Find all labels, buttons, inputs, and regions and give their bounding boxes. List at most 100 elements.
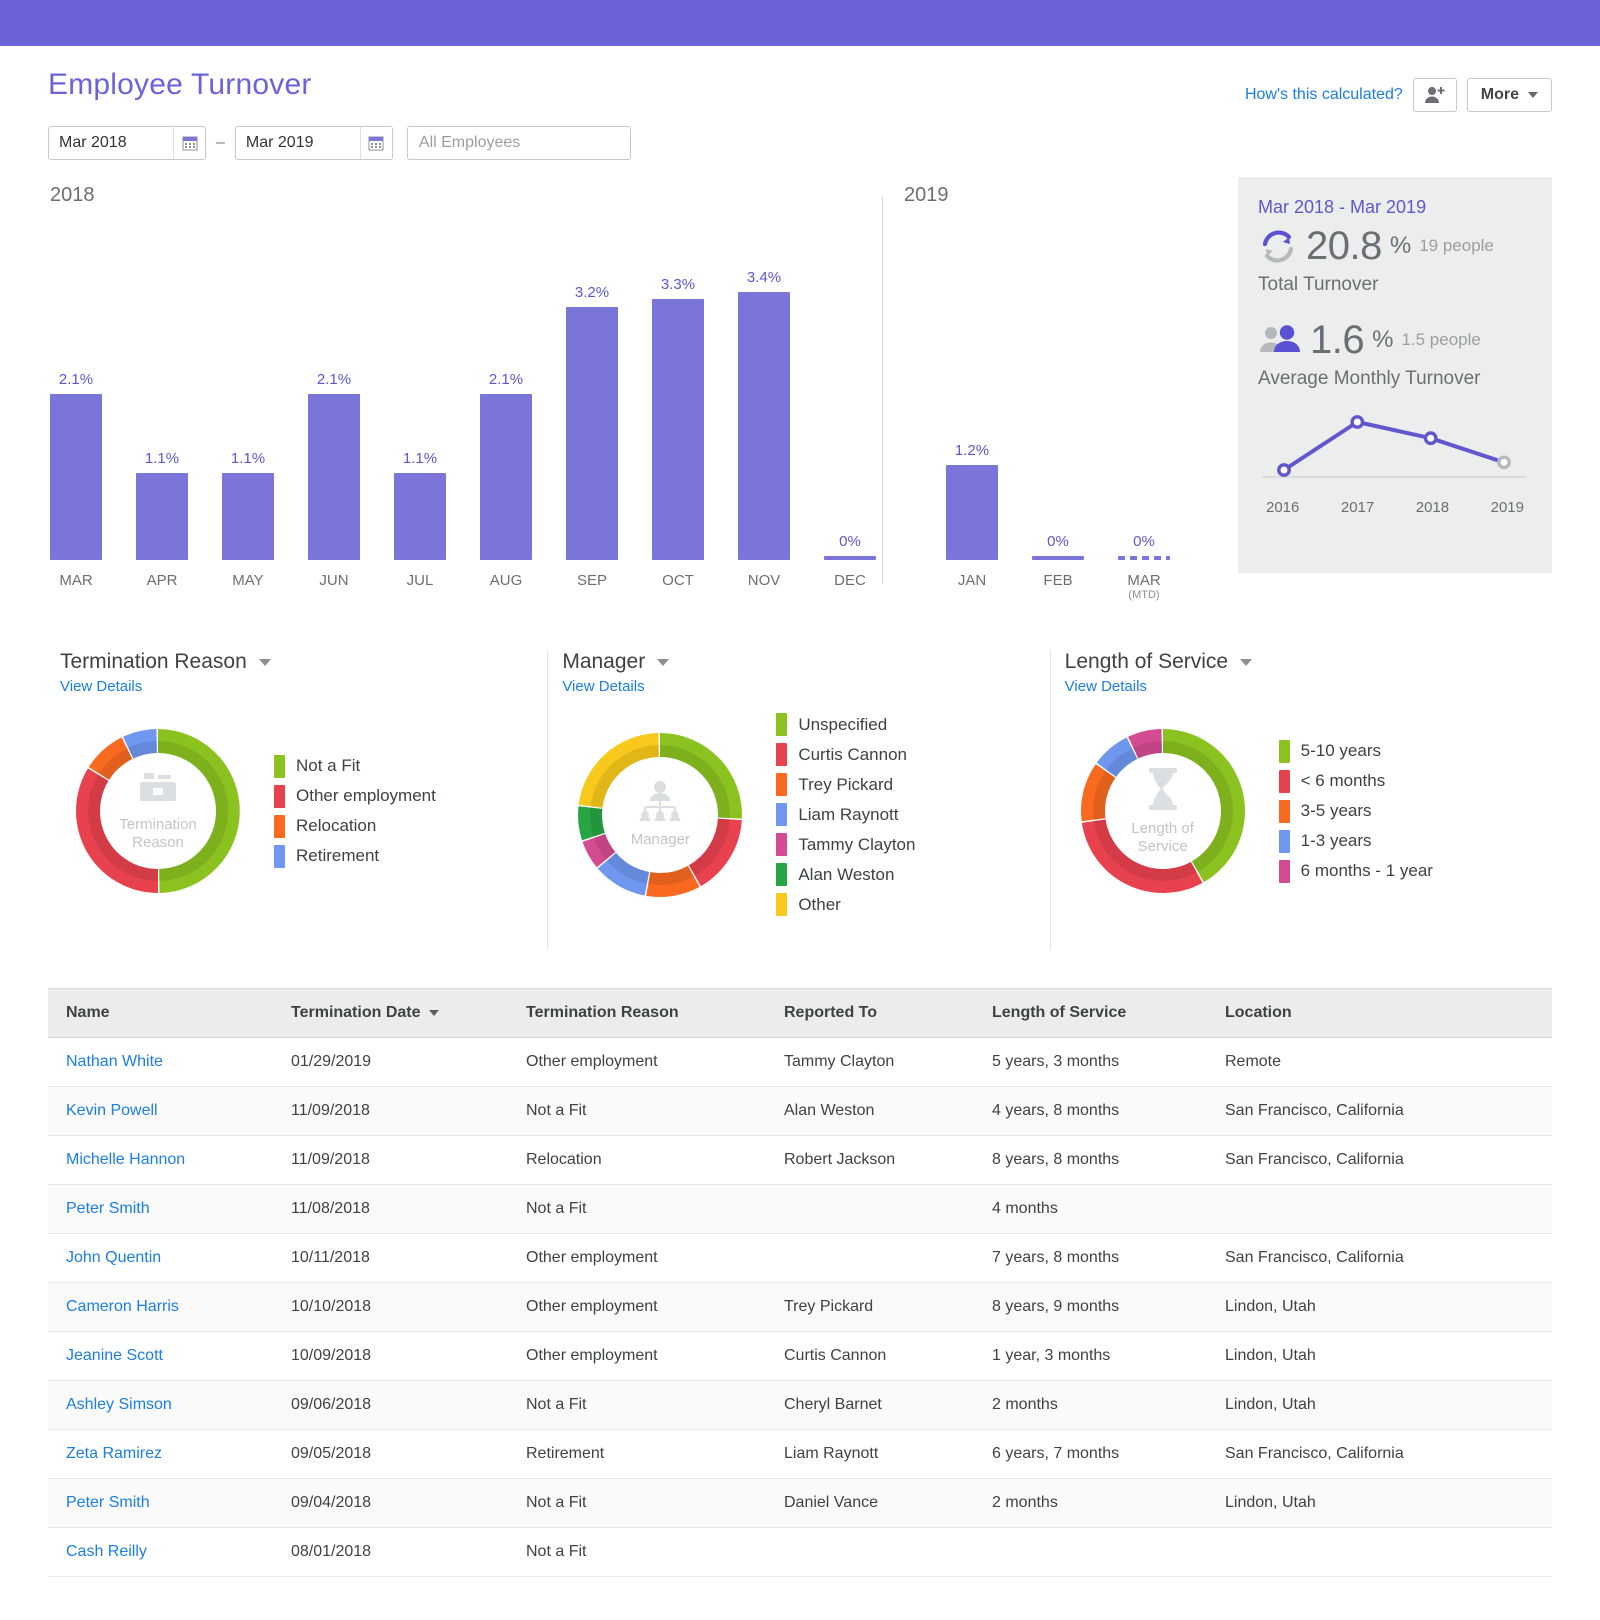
table-row[interactable]: Ashley Simson09/06/2018Not a FitCheryl B… (48, 1381, 1552, 1430)
cell-reported-to: Cheryl Barnet (766, 1381, 974, 1430)
legend-item[interactable]: Other (776, 893, 915, 916)
cell-termination-date: 11/08/2018 (273, 1185, 508, 1234)
legend-item[interactable]: Retirement (274, 845, 436, 868)
legend-item[interactable]: Other employment (274, 785, 436, 808)
bar[interactable] (738, 292, 790, 560)
employee-filter-input[interactable]: All Employees (407, 126, 631, 160)
legend-label: Liam Raynott (798, 805, 898, 825)
legend-item[interactable]: Trey Pickard (776, 773, 915, 796)
start-date-field[interactable] (48, 126, 206, 160)
legend-item[interactable]: Not a Fit (274, 755, 436, 778)
view-details-link[interactable]: View Details (1065, 678, 1552, 695)
legend-item[interactable]: 5-10 years (1279, 740, 1433, 763)
cell-length-of-service (974, 1528, 1207, 1577)
table-row[interactable]: Zeta Ramirez09/05/2018RetirementLiam Ray… (48, 1430, 1552, 1479)
employee-link[interactable]: Michelle Hannon (66, 1151, 185, 1168)
view-details-link[interactable]: View Details (562, 678, 1049, 695)
legend-swatch (1279, 800, 1290, 823)
table-row[interactable]: Michelle Hannon11/09/2018RelocationRober… (48, 1136, 1552, 1185)
donut-chart[interactable]: Manager (562, 717, 758, 913)
turnover-summary-card: Mar 2018 - Mar 2019 20.8 % 19 people Tot… (1238, 177, 1552, 573)
bar-column[interactable]: 3.4%NOV (738, 292, 790, 560)
bar-column[interactable]: 3.2%SEP (566, 307, 618, 560)
employee-link[interactable]: Ashley Simson (66, 1396, 172, 1413)
bar[interactable] (566, 307, 618, 560)
employee-link[interactable]: Peter Smith (66, 1494, 150, 1511)
bar-column[interactable]: 0%MAR(MTD) (1118, 556, 1170, 560)
table-row[interactable]: Nathan White01/29/2019Other employmentTa… (48, 1038, 1552, 1087)
legend-item[interactable]: Curtis Cannon (776, 743, 915, 766)
legend-item[interactable]: Liam Raynott (776, 803, 915, 826)
bar[interactable] (50, 394, 102, 560)
employee-link[interactable]: Kevin Powell (66, 1102, 158, 1119)
column-header-reported-to[interactable]: Reported To (766, 989, 974, 1038)
employee-link[interactable]: John Quentin (66, 1249, 161, 1266)
end-date-input[interactable] (236, 134, 360, 152)
bar[interactable] (652, 299, 704, 560)
legend-item[interactable]: Unspecified (776, 713, 915, 736)
employee-link[interactable]: Jeanine Scott (66, 1347, 163, 1364)
bar-column[interactable]: 2.1%AUG (480, 394, 532, 560)
end-date-calendar-button[interactable] (360, 127, 392, 159)
donut-title[interactable]: Termination Reason (60, 650, 547, 674)
table-row[interactable]: John Quentin10/11/2018Other employment7 … (48, 1234, 1552, 1283)
column-header-name[interactable]: Name (48, 989, 273, 1038)
legend-item[interactable]: Relocation (274, 815, 436, 838)
legend-item[interactable]: 1-3 years (1279, 830, 1433, 853)
legend-item[interactable]: 3-5 years (1279, 800, 1433, 823)
view-details-link[interactable]: View Details (60, 678, 547, 695)
column-header-termination-date[interactable]: Termination Date (273, 989, 508, 1038)
bar[interactable] (308, 394, 360, 560)
bar-value-label: 1.1% (145, 450, 179, 467)
more-button[interactable]: More (1467, 78, 1552, 112)
employee-link[interactable]: Cameron Harris (66, 1298, 179, 1315)
bar-column[interactable]: 1.1%APR (136, 473, 188, 560)
legend-item[interactable]: Tammy Clayton (776, 833, 915, 856)
bar-column[interactable]: 0%FEB (1032, 556, 1084, 560)
bar[interactable] (394, 473, 446, 560)
table-row[interactable]: Kevin Powell11/09/2018Not a FitAlan West… (48, 1087, 1552, 1136)
column-header-length-of-service[interactable]: Length of Service (974, 989, 1207, 1038)
start-date-input[interactable] (49, 134, 173, 152)
end-date-field[interactable] (235, 126, 393, 160)
bar[interactable] (1118, 556, 1170, 560)
donut-chart[interactable]: Length ofService (1065, 713, 1261, 909)
table-row[interactable]: Cameron Harris10/10/2018Other employment… (48, 1283, 1552, 1332)
bar[interactable] (136, 473, 188, 560)
employee-link[interactable]: Peter Smith (66, 1200, 150, 1217)
legend-item[interactable]: 6 months - 1 year (1279, 860, 1433, 883)
employee-link[interactable]: Zeta Ramirez (66, 1445, 162, 1462)
bar-column[interactable]: 3.3%OCT (652, 299, 704, 560)
bar-column[interactable]: 2.1%JUN (308, 394, 360, 560)
add-person-button[interactable] (1413, 78, 1457, 112)
employee-link[interactable]: Cash Reilly (66, 1543, 147, 1560)
table-row[interactable]: Peter Smith11/08/2018Not a Fit4 months (48, 1185, 1552, 1234)
hows-this-calculated-link[interactable]: How's this calculated? (1245, 86, 1403, 104)
start-date-calendar-button[interactable] (173, 127, 205, 159)
employee-link[interactable]: Nathan White (66, 1053, 163, 1070)
bar[interactable] (946, 465, 998, 560)
bar-column[interactable]: 1.2%JAN (946, 465, 998, 560)
donut-title[interactable]: Manager (562, 650, 1049, 674)
donut-segment-shade (660, 745, 730, 818)
cell-termination-reason: Other employment (508, 1283, 766, 1332)
bar-column[interactable]: 0%DEC (824, 556, 876, 560)
column-header-termination-reason[interactable]: Termination Reason (508, 989, 766, 1038)
table-row[interactable]: Jeanine Scott10/09/2018Other employmentC… (48, 1332, 1552, 1381)
bar-column[interactable]: 1.1%MAY (222, 473, 274, 560)
bar-column[interactable]: 1.1%JUL (394, 473, 446, 560)
bar[interactable] (222, 473, 274, 560)
bar[interactable] (824, 556, 876, 560)
legend-item[interactable]: Alan Weston (776, 863, 915, 886)
table-row[interactable]: Peter Smith09/04/2018Not a FitDaniel Van… (48, 1479, 1552, 1528)
legend-item[interactable]: < 6 months (1279, 770, 1433, 793)
bar[interactable] (1032, 556, 1084, 560)
bar-value-label: 1.1% (403, 450, 437, 467)
cell-termination-reason: Not a Fit (508, 1479, 766, 1528)
bar[interactable] (480, 394, 532, 560)
column-header-location[interactable]: Location (1207, 989, 1552, 1038)
donut-chart[interactable]: TerminationReason (60, 713, 256, 909)
table-row[interactable]: Cash Reilly08/01/2018Not a Fit (48, 1528, 1552, 1577)
bar-column[interactable]: 2.1%MAR (50, 394, 102, 560)
donut-title[interactable]: Length of Service (1065, 650, 1552, 674)
